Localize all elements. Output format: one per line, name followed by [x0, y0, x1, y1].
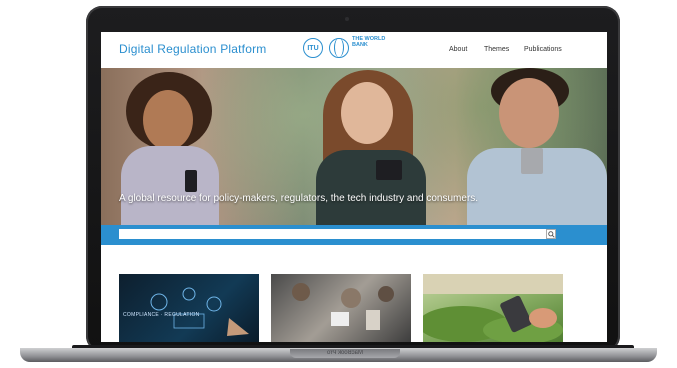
search-button[interactable]: [546, 229, 556, 239]
card-agriculture[interactable]: [423, 274, 563, 342]
card-people[interactable]: [271, 274, 411, 342]
card-agriculture-image: [423, 274, 563, 342]
itu-logo[interactable]: ITU: [303, 38, 323, 58]
world-bank-globe-icon[interactable]: [329, 38, 349, 58]
card-compliance-image: [150, 287, 249, 336]
device-label: MacBook Pro: [327, 350, 364, 356]
hero-banner: A global resource for policy-makers, reg…: [101, 68, 607, 225]
card-people-image: [292, 283, 394, 330]
search-bar: [101, 225, 607, 245]
laptop-mockup: Digital Regulation Platform ITU THE WORL…: [0, 0, 677, 368]
laptop-screen: Digital Regulation Platform ITU THE WORL…: [101, 32, 607, 342]
card-compliance-label: COMPLIANCE · REGULATION: [123, 312, 200, 318]
site-header: Digital Regulation Platform ITU THE WORL…: [101, 32, 607, 68]
site-title[interactable]: Digital Regulation Platform: [119, 42, 266, 56]
nav-about[interactable]: About: [449, 46, 467, 53]
nav-publications[interactable]: Publications: [524, 46, 562, 53]
search-icon: [547, 230, 555, 238]
hero-caption: A global resource for policy-makers, reg…: [119, 193, 479, 204]
world-bank-logo-text[interactable]: THE WORLD BANK: [352, 36, 392, 48]
search-input[interactable]: [119, 229, 547, 239]
card-compliance[interactable]: COMPLIANCE · REGULATION: [119, 274, 259, 342]
camera-icon: [345, 17, 349, 21]
nav-themes[interactable]: Themes: [484, 46, 509, 53]
